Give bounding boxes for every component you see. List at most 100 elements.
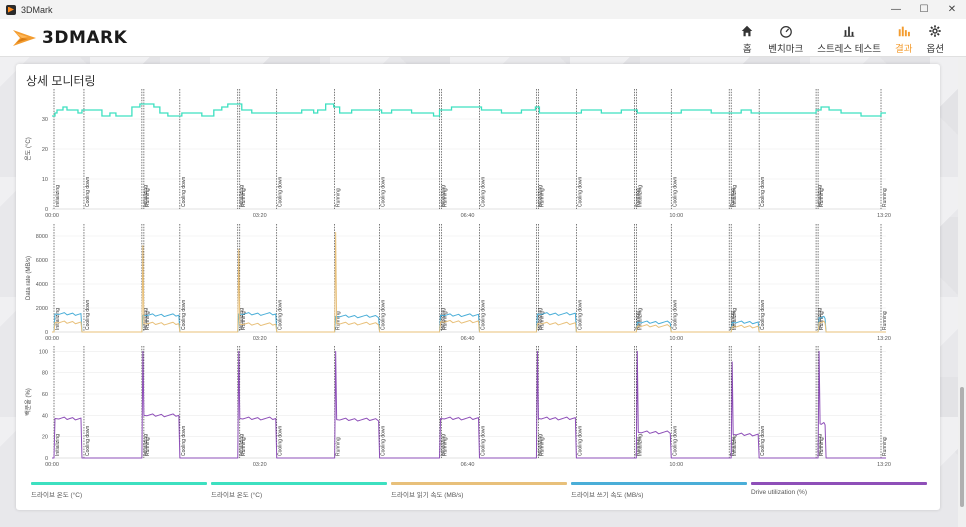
phase-label: Running (882, 188, 888, 207)
logo-mark-icon (13, 30, 36, 46)
phase-label: Initializing (732, 185, 738, 207)
x-tick-label: 13:20 (877, 462, 891, 468)
legend-item[interactable]: 드라이브 온도 (°C) (211, 482, 387, 502)
y-tick-label: 30 (42, 117, 48, 123)
x-tick-label: 10:00 (669, 213, 683, 219)
x-tick-label: 03:20 (253, 213, 267, 219)
scrollbar[interactable] (958, 57, 966, 527)
legend-swatch (31, 482, 207, 485)
y-tick-label: 4000 (36, 282, 48, 288)
y-tick-label: 2000 (36, 306, 48, 312)
phase-label: Running (443, 311, 449, 330)
phase-label: Cooling down (577, 176, 583, 207)
phase-label: Cooling down (181, 299, 187, 330)
phase-label: Running (336, 437, 342, 456)
legend-swatch (391, 482, 567, 485)
y-tick-label: 80 (42, 371, 48, 377)
phase-label: Running (336, 188, 342, 207)
x-tick-label: 10:00 (669, 462, 683, 468)
series-drive-temperature (52, 103, 886, 117)
chart-0: 0102030온도 (°C)00:00 03:20 06:40 10:00 13:20I… (25, 89, 891, 219)
y-axis-label: 온도 (°C) (25, 137, 32, 160)
chart-1: 02000400060008000Data rate (MB/s)00:00 03… (26, 224, 891, 342)
x-tick-label: 00:00 (45, 213, 59, 219)
phase-label: Running (819, 437, 825, 456)
phase-label: Running (145, 311, 151, 330)
legend-label: Drive utilization (%) (751, 489, 807, 496)
phase-label: Cooling down (278, 176, 284, 207)
y-tick-label: 6000 (36, 258, 48, 264)
y-tick-label: 20 (42, 147, 48, 153)
nav-label: 홈 (742, 44, 752, 55)
phase-label: Cooling down (760, 425, 766, 456)
phase-label: Initializing (55, 308, 61, 330)
legend-swatch (751, 482, 927, 485)
maximize-button[interactable]: ☐ (910, 0, 938, 19)
x-tick-label: 06:40 (461, 213, 475, 219)
nav-item-speedometer[interactable]: 벤치마크 (768, 22, 803, 55)
legend-swatch (571, 482, 747, 485)
phase-label: Cooling down (381, 176, 387, 207)
legend-item[interactable]: 드라이브 읽기 속도 (MB/s) (391, 482, 567, 502)
x-tick-label: 13:20 (877, 213, 891, 219)
chart-2: 020406080100백분율 (%)00:00 03:20 06:40 10:00 1… (24, 346, 891, 468)
phase-label: Running (539, 437, 545, 456)
x-tick-label: 10:00 (669, 336, 683, 342)
scrollbar-thumb[interactable] (960, 387, 964, 507)
minimize-button[interactable]: — (882, 0, 910, 19)
3dmark-logo[interactable]: 3DMARK (12, 25, 127, 51)
chart-legend: 드라이브 온도 (°C) 드라이브 온도 (°C) 드라이브 읽기 속도 (MB/s… (31, 482, 927, 502)
phase-label: Running (241, 437, 247, 456)
phase-label: Cooling down (181, 425, 187, 456)
legend-item[interactable]: 드라이브 온도 (°C) (31, 482, 207, 502)
legend-item[interactable]: 드라이브 쓰기 속도 (MB/s) (571, 482, 747, 502)
x-tick-label: 00:00 (45, 462, 59, 468)
x-tick-label: 03:20 (253, 462, 267, 468)
nav-label: 스트레스 테스트 (817, 44, 882, 55)
phase-label: Cooling down (278, 425, 284, 456)
y-tick-label: 60 (42, 392, 48, 398)
phase-label: Initializing (637, 434, 643, 456)
close-button[interactable]: ✕ (938, 0, 966, 19)
y-tick-label: 8000 (36, 234, 48, 240)
phase-label: Running (443, 437, 449, 456)
phase-label: Cooling down (480, 299, 486, 330)
phase-label: Running (443, 188, 449, 207)
phase-label: Cooling down (85, 299, 91, 330)
phase-label: Cooling down (672, 425, 678, 456)
window-titlebar: 3DMark — ☐ ✕ (0, 0, 966, 19)
monitoring-charts: 0102030온도 (°C)00:00 03:20 06:40 10:00 13:20I… (24, 89, 891, 468)
phase-label: Running (882, 437, 888, 456)
x-tick-label: 06:40 (461, 462, 475, 468)
logo-text: 3DMARK (42, 28, 128, 48)
nav-item-home[interactable]: 홈 (740, 22, 754, 55)
legend-item[interactable]: Drive utilization (%) (751, 482, 927, 502)
nav-label: 벤치마크 (768, 44, 804, 55)
phase-label: Running (819, 311, 825, 330)
speedometer-icon (779, 26, 792, 38)
phase-label: Running (145, 437, 151, 456)
phase-label: Initializing (732, 434, 738, 456)
nav-item-gear[interactable]: 옵션 (927, 22, 944, 55)
phase-label: Running (145, 188, 151, 207)
phase-label: Cooling down (381, 425, 387, 456)
phase-label: Initializing (55, 434, 61, 456)
window-title: 3DMark (21, 4, 53, 15)
phase-label: Initializing (55, 185, 61, 207)
nav-item-bar-chart[interactable]: 스트레스 테스트 (817, 22, 881, 55)
phase-label: Cooling down (85, 176, 91, 207)
detailed-monitoring-panel: 상세 모니터링 0 10 20 30 온도 (°C) 00:00 03:20 06:40 10:… (16, 64, 940, 510)
home-icon (741, 25, 753, 37)
phase-label: Cooling down (381, 299, 387, 330)
y-axis-label: 백분율 (%) (24, 388, 32, 416)
x-tick-label: 03:20 (253, 336, 267, 342)
phase-label: Cooling down (577, 425, 583, 456)
window-controls: — ☐ ✕ (882, 0, 966, 19)
phase-label: Running (539, 188, 545, 207)
phase-label: Cooling down (672, 299, 678, 330)
y-tick-label: 20 (42, 435, 48, 441)
app-icon (6, 4, 16, 15)
phase-label: Running (241, 188, 247, 207)
nav-item-results[interactable]: 결과 (895, 22, 913, 55)
legend-label: 드라이브 읽기 속도 (MB/s) (391, 492, 464, 499)
